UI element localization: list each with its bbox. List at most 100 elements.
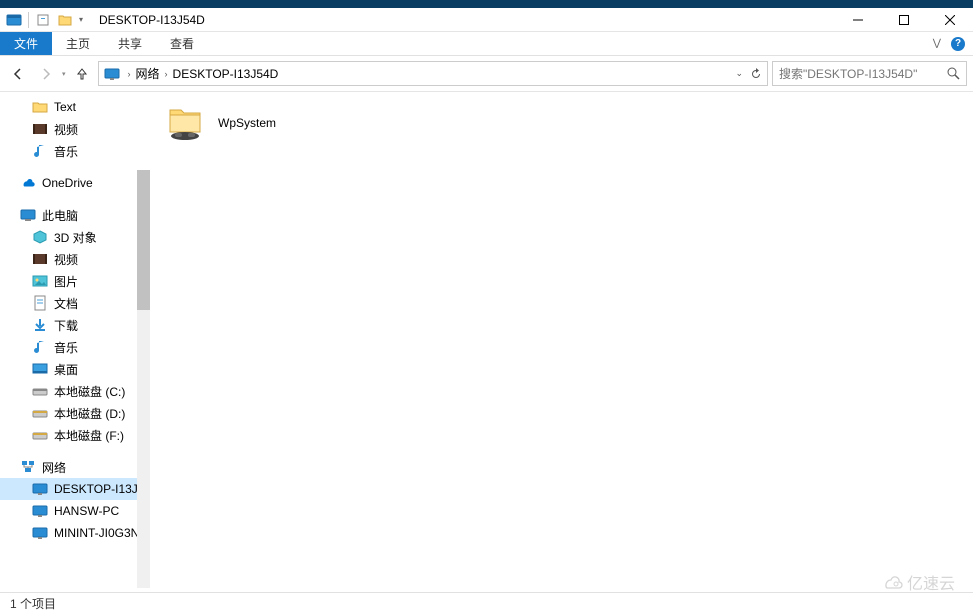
folder-icon (32, 99, 48, 115)
search-box[interactable] (772, 61, 967, 86)
tree-item-label: OneDrive (42, 176, 93, 190)
tree-item-12[interactable]: 音乐 (0, 336, 150, 358)
back-button[interactable] (6, 62, 30, 86)
tree-item-9[interactable]: 图片 (0, 270, 150, 292)
tree-scrollbar[interactable] (137, 170, 150, 588)
network-icon (20, 459, 36, 475)
tree-item-7[interactable]: 3D 对象 (0, 226, 150, 248)
computer-icon (32, 503, 48, 519)
titlebar: ▾ DESKTOP-I13J54D (0, 8, 973, 32)
tree-item-11[interactable]: 下载 (0, 314, 150, 336)
breadcrumb-current[interactable]: DESKTOP-I13J54D (173, 67, 279, 81)
tree-item-4[interactable]: OneDrive (0, 172, 150, 194)
3d-icon (32, 229, 48, 245)
shared-folder-icon (164, 102, 206, 144)
watermark-logo-icon (881, 575, 903, 589)
tree-item-2[interactable]: 音乐 (0, 140, 150, 162)
drive-y-icon (32, 405, 48, 421)
tab-view[interactable]: 查看 (156, 32, 208, 55)
tree-item-label: Text (54, 100, 76, 114)
tree-item-label: 文档 (54, 295, 78, 312)
watermark: 亿速云 (881, 570, 955, 594)
tree-item-label: 此电脑 (42, 207, 78, 224)
tree-item-label: 本地磁盘 (D:) (54, 405, 125, 422)
maximize-button[interactable] (881, 8, 927, 32)
music-icon (32, 339, 48, 355)
tree-item-1[interactable]: 视频 (0, 118, 150, 140)
navigation-row: ▾ › 网络 › DESKTOP-I13J54D ⌄ (0, 56, 973, 92)
download-icon (32, 317, 48, 333)
drive-icon (32, 383, 48, 399)
properties-icon[interactable] (33, 10, 53, 30)
main-area: Text视频音乐OneDrive此电脑3D 对象视频图片文档下载音乐桌面本地磁盘… (0, 92, 973, 592)
minimize-button[interactable] (835, 8, 881, 32)
tree-item-label: 下载 (54, 317, 78, 334)
images-icon (32, 273, 48, 289)
tree-item-label: 视频 (54, 121, 78, 138)
tree-item-label: 3D 对象 (54, 229, 97, 246)
tree-item-18[interactable]: 网络 (0, 456, 150, 478)
tree-item-label: 视频 (54, 251, 78, 268)
tree-item-label: 图片 (54, 273, 78, 290)
help-icon[interactable]: ? (951, 37, 965, 51)
close-button[interactable] (927, 8, 973, 32)
tree-item-10[interactable]: 文档 (0, 292, 150, 314)
tree-item-20[interactable]: HANSW-PC (0, 500, 150, 522)
history-dropdown-icon[interactable]: ▾ (62, 70, 66, 78)
tree-item-label: 桌面 (54, 361, 78, 378)
folder-item-wpsystem[interactable]: WpSystem (164, 102, 276, 144)
breadcrumb-separator-icon: › (165, 69, 168, 79)
tree-item-13[interactable]: 桌面 (0, 358, 150, 380)
content-pane[interactable]: WpSystem (150, 92, 973, 592)
window-title: DESKTOP-I13J54D (99, 13, 205, 27)
tree-item-21[interactable]: MININT-JI0G3N (0, 522, 150, 544)
tree-item-label: MININT-JI0G3N (54, 526, 139, 540)
docs-icon (32, 295, 48, 311)
window-top-border (0, 0, 973, 8)
search-input[interactable] (779, 67, 947, 81)
tree-item-15[interactable]: 本地磁盘 (D:) (0, 402, 150, 424)
explorer-app-icon (4, 10, 24, 30)
video-icon (32, 121, 48, 137)
forward-button[interactable] (34, 62, 58, 86)
tree-item-0[interactable]: Text (0, 96, 150, 118)
ribbon-collapse-icon[interactable]: ⋁ (933, 38, 941, 49)
new-folder-icon[interactable] (55, 10, 75, 30)
search-icon[interactable] (947, 67, 960, 80)
qat-dropdown-icon[interactable]: ▾ (79, 15, 83, 24)
refresh-icon[interactable] (749, 67, 763, 81)
tree-item-label: 网络 (42, 459, 66, 476)
breadcrumb-network[interactable]: 网络 (136, 65, 160, 82)
watermark-text: 亿速云 (907, 570, 955, 594)
video-icon (32, 251, 48, 267)
computer-icon (32, 481, 48, 497)
tree-item-14[interactable]: 本地磁盘 (C:) (0, 380, 150, 402)
tab-share[interactable]: 共享 (104, 32, 156, 55)
breadcrumb-dropdown-icon[interactable]: ⌄ (735, 68, 743, 79)
drive-y-icon (32, 427, 48, 443)
up-button[interactable] (70, 62, 94, 86)
tree-item-19[interactable]: DESKTOP-I13J54D (0, 478, 150, 500)
pc-icon (20, 207, 36, 223)
tab-file[interactable]: 文件 (0, 32, 52, 55)
onedrive-icon (20, 175, 36, 191)
tree-item-label: 本地磁盘 (F:) (54, 427, 124, 444)
computer-icon (103, 65, 121, 83)
ribbon-tabs: 文件 主页 共享 查看 ⋁ ? (0, 32, 973, 56)
breadcrumb[interactable]: › 网络 › DESKTOP-I13J54D ⌄ (98, 61, 768, 86)
tree-item-6[interactable]: 此电脑 (0, 204, 150, 226)
desktop-icon (32, 361, 48, 377)
tree-item-8[interactable]: 视频 (0, 248, 150, 270)
tab-home[interactable]: 主页 (52, 32, 104, 55)
tree-scrollbar-thumb[interactable] (137, 170, 150, 310)
music-icon (32, 143, 48, 159)
status-bar: 1 个项目 (0, 592, 973, 614)
tree-item-label: DESKTOP-I13J54D (54, 482, 150, 496)
tree-item-label: 音乐 (54, 143, 78, 160)
qat-separator (28, 12, 29, 28)
navigation-tree[interactable]: Text视频音乐OneDrive此电脑3D 对象视频图片文档下载音乐桌面本地磁盘… (0, 92, 150, 592)
tree-item-16[interactable]: 本地磁盘 (F:) (0, 424, 150, 446)
folder-label: WpSystem (218, 116, 276, 130)
window-controls (835, 8, 973, 32)
computer-icon (32, 525, 48, 541)
